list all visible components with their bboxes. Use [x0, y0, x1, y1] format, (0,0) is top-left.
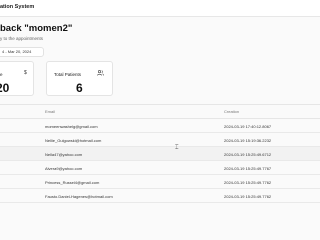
- table-row[interactable]: Nella47@yahoo.com 2024-03-19 15:25:49.67…: [0, 147, 320, 161]
- table-row[interactable]: Nellie_Gulgowski@hotmail.com 2024-03-19 …: [0, 133, 320, 147]
- dollar-icon: $: [24, 70, 27, 76]
- row-created: 2024-03-19 15:25:49.7762: [224, 193, 272, 199]
- patients-table: Email Creation momeenwashelg@gmail.com 2…: [0, 104, 320, 203]
- date-range-picker[interactable]: 4 - Mar 20, 2024: [0, 47, 44, 57]
- table-row[interactable]: momeenwashelg@gmail.com 2024-03-19 17:40…: [0, 119, 320, 133]
- table-row[interactable]: Fausto.Daniel-Hagenes@hotmail.com 2024-0…: [0, 189, 320, 203]
- row-created: 2024-03-19 15:25:49.7762: [224, 179, 272, 185]
- revenue-card-label: e: [0, 72, 3, 77]
- revenue-card: e $ 20: [0, 61, 34, 96]
- row-email: Nellie_Gulgowski@hotmail.com: [45, 137, 102, 143]
- column-header-email[interactable]: Email: [45, 109, 55, 114]
- app-title: ation System: [0, 4, 35, 10]
- total-patients-label: Total Patients: [54, 72, 82, 77]
- mouse-cursor-icon: ⌶: [175, 145, 179, 151]
- top-header: ation System: [0, 0, 320, 17]
- row-email: Nella47@yahoo.com: [45, 151, 83, 157]
- row-created: 2024-03-19 15:25:49.6712: [224, 151, 272, 157]
- table-row[interactable]: Princess_Russel4@gmail.com 2024-03-19 15…: [0, 175, 320, 189]
- row-created: 2024-03-19 17:40:12.8067: [224, 123, 272, 129]
- row-email: Alvera9@yahoo.com: [45, 165, 83, 171]
- total-patients-value: 6: [76, 81, 83, 95]
- row-email: momeenwashelg@gmail.com: [45, 123, 98, 129]
- welcome-heading: back "momen2": [0, 23, 73, 34]
- total-patients-card: Total Patients 6: [46, 61, 113, 96]
- welcome-subtitle: y to the appointments: [0, 36, 44, 41]
- row-email: Princess_Russel4@gmail.com: [45, 179, 100, 185]
- revenue-card-value: 20: [0, 81, 10, 95]
- row-email: Fausto.Daniel-Hagenes@hotmail.com: [45, 193, 113, 199]
- table-header: Email Creation: [0, 104, 320, 119]
- users-icon: [97, 70, 104, 76]
- table-row[interactable]: Alvera9@yahoo.com 2024-03-19 15:25:49.77…: [0, 161, 320, 175]
- column-header-created[interactable]: Creation: [224, 109, 239, 114]
- row-created: 2024-03-19 15:19:36.2232: [224, 137, 272, 143]
- row-created: 2024-03-19 15:25:49.7767: [224, 165, 272, 171]
